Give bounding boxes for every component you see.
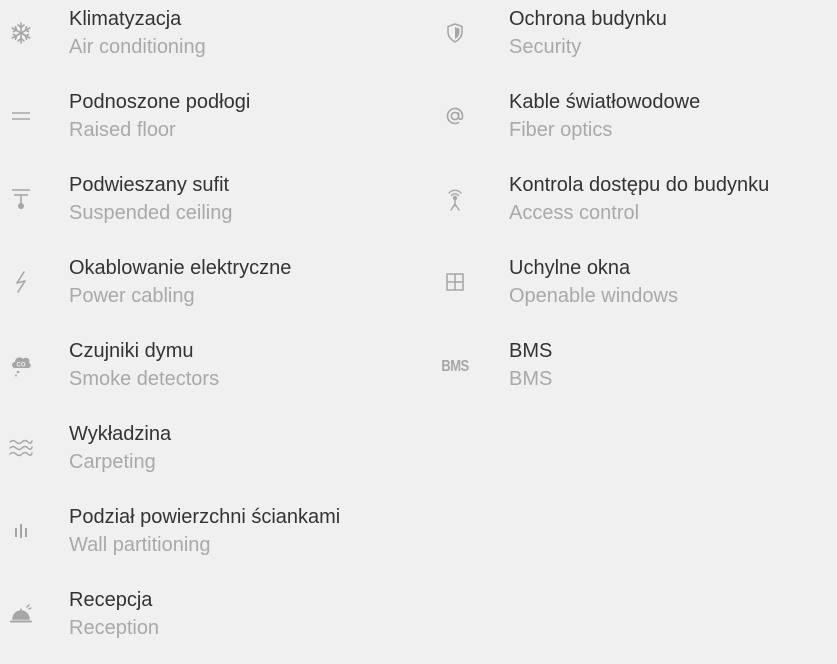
feature-subtitle: Air conditioning: [69, 36, 206, 58]
features-column-left: Klimatyzacja Air conditioning Podnoszone…: [0, 0, 430, 664]
feature-subtitle: Wall partitioning: [69, 534, 211, 556]
feature-air-conditioning: Klimatyzacja Air conditioning: [0, 0, 430, 83]
reception-bell-icon: [8, 601, 34, 627]
feature-carpeting: Wykładzina Carpeting: [0, 415, 430, 498]
feature-title: Recepcja: [69, 589, 153, 611]
feature-subtitle: Security: [509, 36, 582, 58]
waves-icon: [8, 435, 34, 461]
feature-access-control: Kontrola dostępu do budynku Access contr…: [432, 166, 837, 249]
feature-title: Wykładzina: [69, 423, 172, 445]
feature-title: Okablowanie elektryczne: [69, 257, 292, 279]
feature-subtitle: BMS: [509, 368, 553, 390]
feature-wall-partitioning: Podział powierzchni ściankami Wall parti…: [0, 498, 430, 581]
raised-floor-icon: [8, 103, 34, 129]
feature-title: Podnoszone podłogi: [69, 91, 251, 113]
snowflake-icon: [8, 20, 34, 46]
feature-power-cabling: Okablowanie elektryczne Power cabling: [0, 249, 430, 332]
bms-icon: BMS: [441, 352, 469, 378]
feature-openable-windows: Uchylne okna Openable windows: [432, 249, 837, 332]
feature-title: Podwieszany sufit: [69, 174, 230, 196]
features-column-right: Ochrona budynku Security Kable światłowo…: [432, 0, 837, 415]
shield-icon: [442, 20, 468, 46]
feature-title: Kontrola dostępu do budynku: [509, 174, 770, 196]
feature-reception: Recepcja Reception: [0, 581, 430, 664]
feature-subtitle: Smoke detectors: [69, 368, 220, 390]
window-icon: [442, 269, 468, 295]
feature-title: Czujniki dymu: [69, 340, 194, 362]
smoke-cloud-icon: CO: [8, 352, 34, 378]
ceiling-lamp-icon: [8, 186, 34, 212]
feature-subtitle: Access control: [509, 202, 640, 224]
feature-raised-floor: Podnoszone podłogi Raised floor: [0, 83, 430, 166]
feature-subtitle: Raised floor: [69, 119, 176, 141]
feature-bms: BMS BMS BMS: [432, 332, 837, 415]
feature-title: Podział powierzchni ściankami: [69, 506, 341, 528]
feature-subtitle: Fiber optics: [509, 119, 613, 141]
feature-subtitle: Power cabling: [69, 285, 195, 307]
feature-suspended-ceiling: Podwieszany sufit Suspended ceiling: [0, 166, 430, 249]
lightning-icon: [8, 269, 34, 295]
feature-subtitle: Openable windows: [509, 285, 678, 307]
partition-bars-icon: [8, 518, 34, 544]
feature-title: BMS: [509, 340, 553, 362]
at-sign-icon: [442, 103, 468, 129]
feature-subtitle: Reception: [69, 617, 160, 639]
feature-security: Ochrona budynku Security: [432, 0, 837, 83]
antenna-icon: [442, 186, 468, 212]
svg-text:CO: CO: [17, 363, 26, 369]
feature-title: Uchylne okna: [509, 257, 631, 279]
feature-subtitle: Carpeting: [69, 451, 156, 473]
feature-title: Klimatyzacja: [69, 8, 182, 30]
feature-smoke-detectors: CO Czujniki dymu Smoke detectors: [0, 332, 430, 415]
feature-title: Ochrona budynku: [509, 8, 667, 30]
feature-title: Kable światłowodowe: [509, 91, 701, 113]
feature-fiber-optics: Kable światłowodowe Fiber optics: [432, 83, 837, 166]
bms-icon-text: BMS: [441, 356, 469, 374]
feature-subtitle: Suspended ceiling: [69, 202, 233, 224]
